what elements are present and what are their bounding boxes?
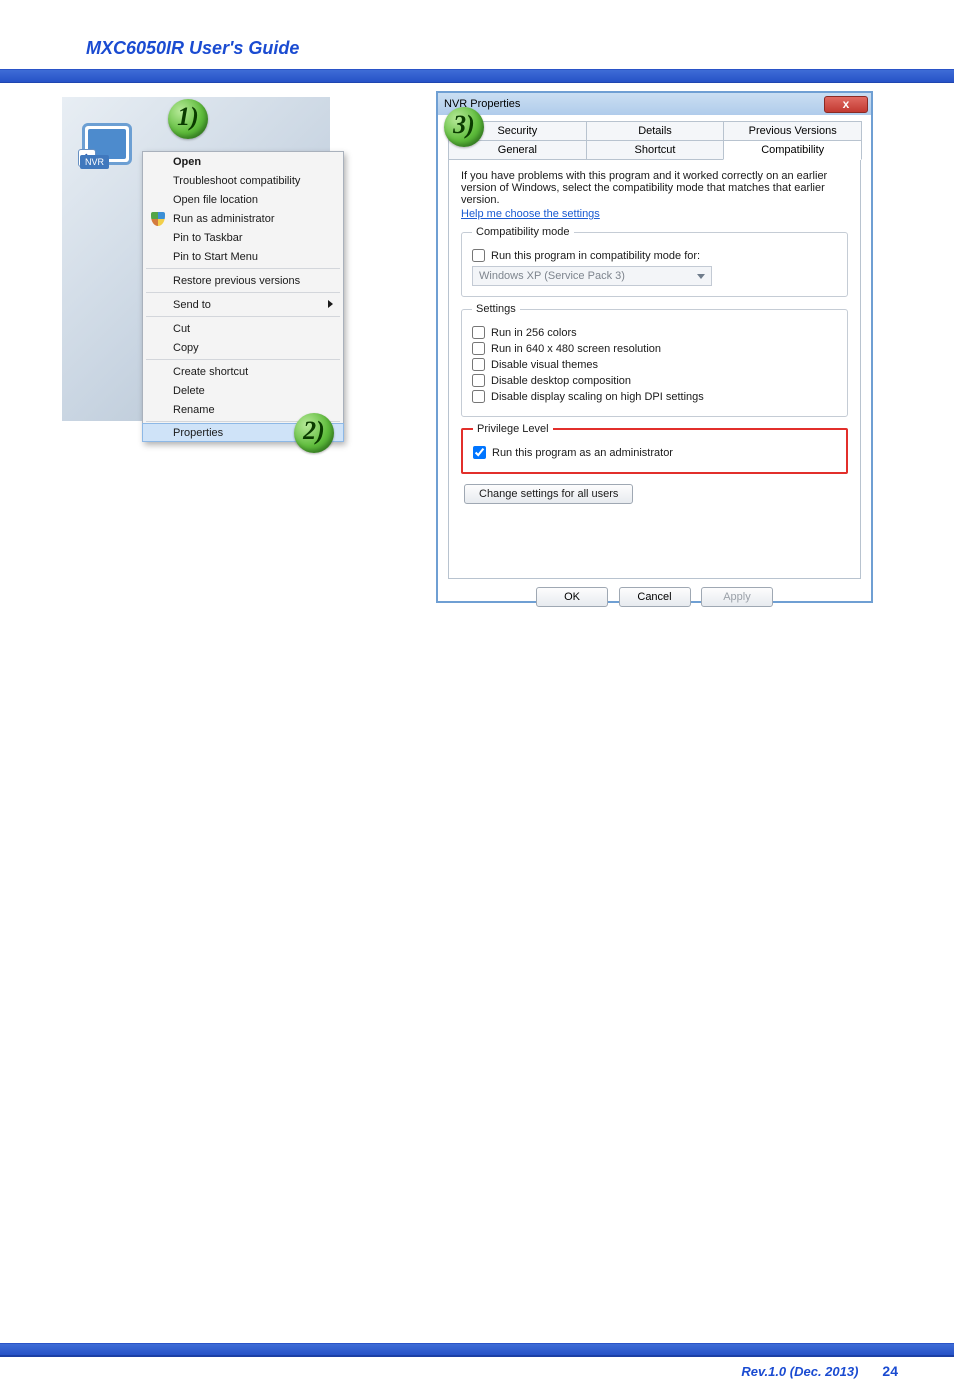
compatibility-intro-text: If you have problems with this program a…: [461, 170, 848, 206]
compatibility-mode-group: Compatibility mode Run this program in c…: [461, 226, 848, 297]
setting-disable-themes-label: Disable visual themes: [491, 359, 598, 371]
apply-button[interactable]: Apply: [701, 587, 773, 607]
context-menu: Open Troubleshoot compatibility Open fil…: [142, 151, 344, 442]
dialog-button-row: OK Cancel Apply: [448, 587, 861, 607]
tab-shortcut[interactable]: Shortcut: [586, 140, 725, 160]
menu-divider: [146, 268, 340, 269]
setting-256-colors[interactable]: Run in 256 colors: [472, 326, 837, 339]
compat-mode-combo-value: Windows XP (Service Pack 3): [479, 270, 625, 282]
menu-run-as-administrator[interactable]: Run as administrator: [143, 209, 343, 228]
menu-divider: [146, 316, 340, 317]
run-as-admin-checkbox[interactable]: [473, 446, 486, 459]
setting-640x480-checkbox[interactable]: [472, 342, 485, 355]
setting-disable-dpi-scaling-checkbox[interactable]: [472, 390, 485, 403]
figure-properties-dialog: NVR Properties x Security Details Previo…: [436, 91, 873, 603]
setting-640x480[interactable]: Run in 640 x 480 screen resolution: [472, 342, 837, 355]
setting-640x480-label: Run in 640 x 480 screen resolution: [491, 343, 661, 355]
menu-send-to[interactable]: Send to: [143, 295, 343, 314]
compat-mode-checkbox[interactable]: [472, 249, 485, 262]
setting-disable-desktop-composition-checkbox[interactable]: [472, 374, 485, 387]
privilege-level-legend: Privilege Level: [473, 423, 553, 435]
setting-disable-themes-checkbox[interactable]: [472, 358, 485, 371]
menu-restore-previous-versions[interactable]: Restore previous versions: [143, 271, 343, 290]
run-as-admin-label: Run this program as an administrator: [492, 447, 673, 459]
settings-group: Settings Run in 256 colors Run in 640 x …: [461, 303, 848, 417]
menu-pin-to-taskbar[interactable]: Pin to Taskbar: [143, 228, 343, 247]
callout-2: 2: [294, 413, 334, 453]
setting-disable-desktop-composition-label: Disable desktop composition: [491, 375, 631, 387]
tab-previous-versions[interactable]: Previous Versions: [723, 121, 862, 141]
compatibility-pane: If you have problems with this program a…: [448, 159, 861, 579]
nvr-shortcut-label: NVR: [80, 155, 109, 169]
menu-divider: [146, 359, 340, 360]
footer-revision: Rev.1.0 (Dec. 2013): [741, 1364, 858, 1379]
compat-mode-combo[interactable]: Windows XP (Service Pack 3): [472, 266, 712, 286]
compat-mode-checkbox-label: Run this program in compatibility mode f…: [491, 250, 700, 262]
footer-page-number: 24: [882, 1363, 898, 1379]
page-content: 1 2 3 NVR Open Troubleshoot compatibilit…: [0, 83, 954, 1283]
setting-disable-themes[interactable]: Disable visual themes: [472, 358, 837, 371]
change-settings-all-users-button[interactable]: Change settings for all users: [464, 484, 633, 504]
help-me-choose-link[interactable]: Help me choose the settings: [461, 208, 848, 220]
dialog-titlebar[interactable]: NVR Properties x: [438, 93, 871, 115]
cancel-button[interactable]: Cancel: [619, 587, 691, 607]
setting-disable-dpi-scaling-label: Disable display scaling on high DPI sett…: [491, 391, 704, 403]
callout-1: 1: [168, 99, 208, 139]
dialog-body: Security Details Previous Versions Gener…: [438, 115, 871, 601]
setting-256-colors-label: Run in 256 colors: [491, 327, 577, 339]
menu-open-file-location[interactable]: Open file location: [143, 190, 343, 209]
compatibility-mode-legend: Compatibility mode: [472, 226, 574, 238]
nvr-shortcut-icon[interactable]: [80, 121, 134, 183]
tab-compatibility[interactable]: Compatibility: [723, 140, 862, 160]
ok-button[interactable]: OK: [536, 587, 608, 607]
setting-disable-dpi-scaling[interactable]: Disable display scaling on high DPI sett…: [472, 390, 837, 403]
page-footer: Rev.1.0 (Dec. 2013) 24: [0, 1343, 954, 1391]
menu-divider: [146, 292, 340, 293]
settings-legend: Settings: [472, 303, 520, 315]
menu-open[interactable]: Open: [143, 152, 343, 171]
setting-disable-desktop-composition[interactable]: Disable desktop composition: [472, 374, 837, 387]
menu-delete[interactable]: Delete: [143, 381, 343, 400]
menu-troubleshoot-compatibility[interactable]: Troubleshoot compatibility: [143, 171, 343, 190]
menu-cut[interactable]: Cut: [143, 319, 343, 338]
menu-create-shortcut[interactable]: Create shortcut: [143, 362, 343, 381]
header-separator-bar: [0, 69, 954, 83]
submenu-arrow-icon: [328, 300, 333, 308]
compat-mode-checkbox-row[interactable]: Run this program in compatibility mode f…: [472, 249, 837, 262]
setting-256-colors-checkbox[interactable]: [472, 326, 485, 339]
close-button[interactable]: x: [824, 96, 868, 113]
shield-icon: [151, 212, 165, 226]
tab-details[interactable]: Details: [586, 121, 725, 141]
page-title: MXC6050IR User's Guide: [0, 0, 954, 65]
callout-3: 3: [444, 107, 484, 147]
run-as-admin-checkbox-row[interactable]: Run this program as an administrator: [473, 446, 836, 459]
figure-context-menu: NVR Open Troubleshoot compatibility Open…: [62, 97, 330, 421]
privilege-level-group: Privilege Level Run this program as an a…: [461, 423, 848, 474]
menu-pin-to-start-menu[interactable]: Pin to Start Menu: [143, 247, 343, 266]
chevron-down-icon: [697, 274, 705, 279]
footer-separator-bar: [0, 1343, 954, 1357]
menu-copy[interactable]: Copy: [143, 338, 343, 357]
dialog-tabs: Security Details Previous Versions Gener…: [448, 121, 861, 159]
menu-send-to-label: Send to: [173, 299, 211, 311]
menu-run-as-administrator-label: Run as administrator: [173, 213, 275, 225]
